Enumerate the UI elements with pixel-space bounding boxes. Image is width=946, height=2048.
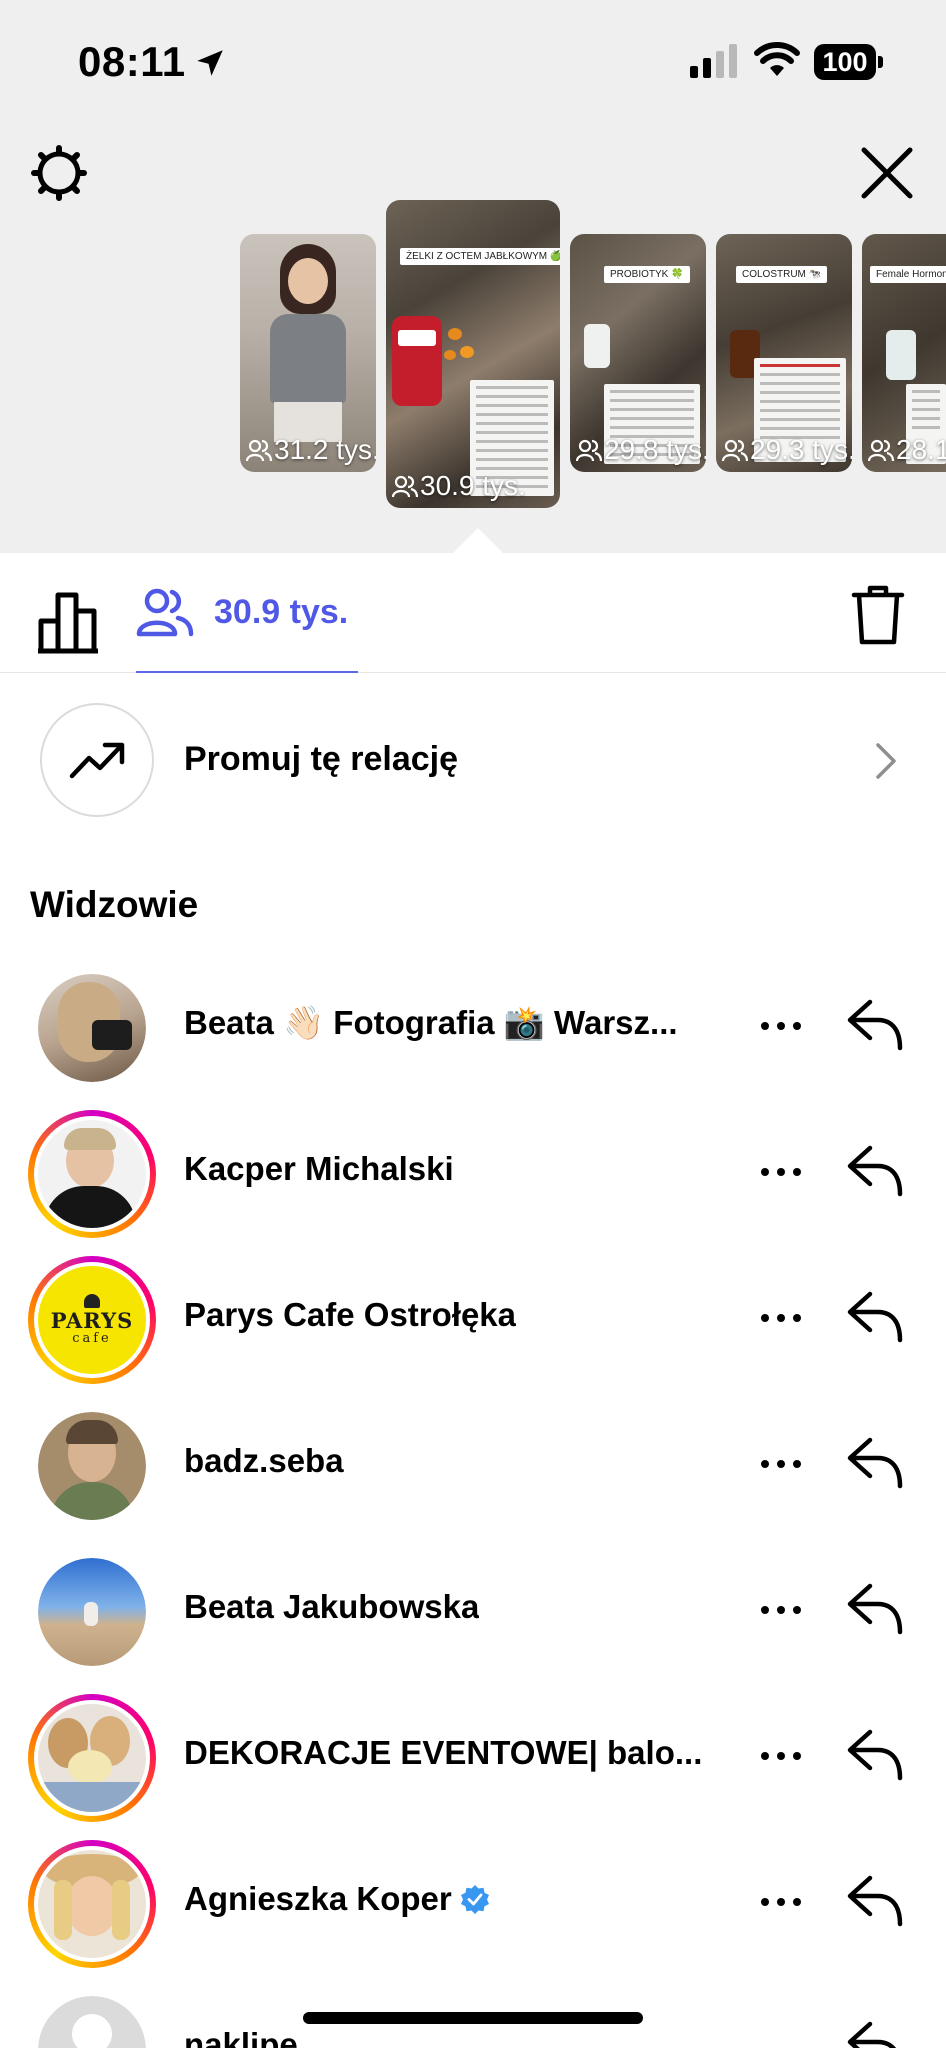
avatar-placeholder[interactable] bbox=[38, 1996, 146, 2048]
people-icon bbox=[136, 588, 194, 637]
insights-bar-chart-icon[interactable] bbox=[36, 589, 102, 655]
reply-icon[interactable] bbox=[846, 1872, 906, 1928]
reply-icon[interactable] bbox=[846, 1580, 906, 1636]
more-options-icon[interactable] bbox=[756, 1592, 806, 1628]
status-time: 08:11 bbox=[78, 38, 186, 85]
reply-icon[interactable] bbox=[846, 1726, 906, 1782]
tab-viewers[interactable]: 30.9 tys. bbox=[136, 553, 358, 673]
story-view-count: 29.8 tys. bbox=[576, 434, 706, 466]
viewer-row[interactable]: badz.seba bbox=[0, 1390, 946, 1536]
reply-icon[interactable] bbox=[846, 1288, 906, 1344]
battery-level: 100 bbox=[822, 47, 868, 77]
viewer-row[interactable]: DEKORACJE EVENTOWE| balo... bbox=[0, 1682, 946, 1828]
story-view-count: 28.1 bbox=[868, 434, 946, 466]
story-thumbnail-selected[interactable]: ŻELKI Z OCTEM JABŁKOWYM 🍏 30.9 tys. bbox=[386, 200, 560, 508]
viewer-name[interactable]: naklipe bbox=[184, 2026, 298, 2048]
verified-badge-icon bbox=[460, 1885, 489, 1914]
people-icon bbox=[576, 439, 602, 462]
parys-cafe-logo-icon bbox=[84, 1294, 100, 1308]
more-options-icon[interactable] bbox=[756, 1154, 806, 1190]
more-options-icon[interactable] bbox=[756, 1738, 806, 1774]
story-view-count: 31.2 tys. bbox=[246, 434, 376, 466]
people-icon bbox=[246, 439, 272, 462]
viewer-row[interactable]: Agnieszka Koper bbox=[0, 1828, 946, 1974]
chevron-right-icon bbox=[876, 743, 896, 779]
viewer-row[interactable]: PARYS cafe Parys Cafe Ostrołęka bbox=[0, 1244, 946, 1390]
status-bar: 08:11 100 bbox=[0, 0, 946, 120]
viewer-name[interactable]: Parys Cafe Ostrołęka bbox=[184, 1296, 516, 1334]
story-caption: COLOSTRUM 🐄 bbox=[736, 266, 828, 283]
viewer-name[interactable]: Kacper Michalski bbox=[184, 1150, 454, 1188]
promote-label: Promuj tę relację bbox=[184, 740, 459, 778]
avatar-story-ring[interactable] bbox=[28, 1840, 156, 1968]
battery-icon: 100 bbox=[814, 44, 884, 80]
story-caption: PROBIOTYK 🍀 bbox=[604, 266, 690, 283]
reply-icon[interactable] bbox=[846, 996, 906, 1052]
story-view-count: 29.3 tys. bbox=[722, 434, 852, 466]
viewer-name[interactable]: Beata Jakubowska bbox=[184, 1588, 479, 1626]
story-caption: Female Hormones S bbox=[870, 266, 946, 283]
promote-story-row[interactable]: Promuj tę relację bbox=[0, 673, 946, 847]
viewer-row[interactable]: naklipe bbox=[0, 1974, 946, 2048]
avatar-logo-text: PARYS bbox=[50, 1308, 134, 1333]
trash-icon[interactable] bbox=[850, 583, 906, 647]
close-icon[interactable] bbox=[858, 144, 916, 202]
story-thumbnail[interactable]: Female Hormones S 28.1 bbox=[862, 234, 946, 472]
reply-icon[interactable] bbox=[846, 1142, 906, 1198]
more-options-icon[interactable] bbox=[756, 1008, 806, 1044]
reply-icon[interactable] bbox=[846, 2018, 906, 2048]
avatar-story-ring[interactable] bbox=[28, 1694, 156, 1822]
viewer-row[interactable]: Kacper Michalski bbox=[0, 1098, 946, 1244]
people-icon bbox=[868, 439, 894, 462]
more-options-icon[interactable] bbox=[756, 1300, 806, 1336]
avatar[interactable] bbox=[38, 1412, 146, 1520]
viewer-name[interactable]: Beata 👋🏻 Fotografia 📸 Warsz... bbox=[184, 1004, 678, 1043]
wifi-icon bbox=[754, 42, 800, 76]
story-tab-bar: 30.9 tys. bbox=[0, 553, 946, 673]
avatar[interactable] bbox=[38, 974, 146, 1082]
promote-icon-circle bbox=[40, 703, 154, 817]
viewer-name[interactable]: Agnieszka Koper bbox=[184, 1880, 490, 1918]
story-thumbnail[interactable]: 31.2 tys. bbox=[240, 234, 376, 472]
viewer-name[interactable]: badz.seba bbox=[184, 1442, 344, 1480]
viewer-row[interactable]: Beata 👋🏻 Fotografia 📸 Warsz... bbox=[0, 952, 946, 1098]
viewer-row[interactable]: Beata Jakubowska bbox=[0, 1536, 946, 1682]
stories-header: 08:11 100 31.2 tys. ŻELKI Z OCTEM JABŁKO… bbox=[0, 0, 946, 554]
story-thumbnails: 31.2 tys. ŻELKI Z OCTEM JABŁKOWYM 🍏 30.9… bbox=[0, 196, 946, 516]
people-icon bbox=[392, 475, 418, 498]
story-thumbnail[interactable]: COLOSTRUM 🐄 29.3 tys. bbox=[716, 234, 852, 472]
cellular-signal-icon bbox=[690, 44, 737, 78]
selected-story-pointer bbox=[452, 528, 504, 554]
location-arrow-icon bbox=[197, 50, 223, 76]
viewers-count: 30.9 tys. bbox=[214, 592, 349, 631]
home-indicator[interactable] bbox=[303, 2012, 643, 2024]
people-icon bbox=[722, 439, 748, 462]
avatar[interactable] bbox=[38, 1558, 146, 1666]
story-thumbnail[interactable]: PROBIOTYK 🍀 29.8 tys. bbox=[570, 234, 706, 472]
reply-icon[interactable] bbox=[846, 1434, 906, 1490]
story-view-count: 30.9 tys. bbox=[392, 470, 526, 502]
settings-gear-icon[interactable] bbox=[30, 144, 88, 202]
viewer-name[interactable]: DEKORACJE EVENTOWE| balo... bbox=[184, 1734, 702, 1772]
story-caption: ŻELKI Z OCTEM JABŁKOWYM 🍏 bbox=[400, 248, 560, 265]
trending-up-icon bbox=[69, 742, 125, 779]
avatar-story-ring[interactable] bbox=[28, 1110, 156, 1238]
viewers-section-title: Widzowie bbox=[30, 884, 199, 925]
more-options-icon[interactable] bbox=[756, 1446, 806, 1482]
avatar-story-ring[interactable]: PARYS cafe bbox=[28, 1256, 156, 1384]
avatar-logo-subtext: cafe bbox=[72, 1331, 112, 1346]
more-options-icon[interactable] bbox=[756, 1884, 806, 1920]
